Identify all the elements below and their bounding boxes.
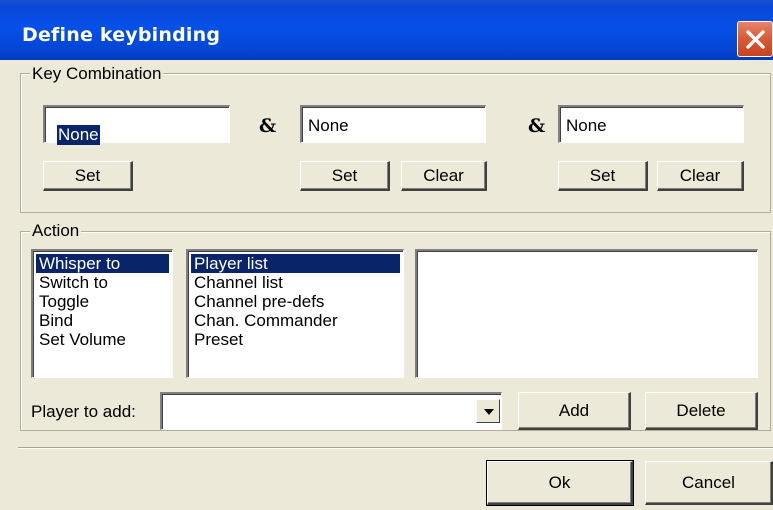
key-combination-group (20, 73, 771, 213)
ampersand-1: & (259, 115, 277, 137)
action-item-toggle[interactable]: Toggle (36, 292, 169, 311)
ok-button[interactable]: Ok (486, 460, 634, 506)
clear-button-2[interactable]: Clear (401, 161, 487, 191)
key-field-1-value: None (57, 125, 100, 145)
set-button-3[interactable]: Set (558, 161, 648, 191)
key-combination-label: Key Combination (30, 64, 164, 84)
close-icon (746, 30, 765, 49)
key-field-2[interactable]: None (300, 105, 486, 143)
ampersand-2: & (528, 115, 546, 137)
action-item-bind[interactable]: Bind (36, 311, 169, 330)
close-button[interactable] (737, 21, 773, 57)
target-item-preset[interactable]: Preset (191, 330, 400, 349)
chevron-down-icon (484, 409, 494, 415)
action-item-whisper-to[interactable]: Whisper to (36, 254, 169, 273)
key-field-3-value: None (566, 116, 607, 135)
action-label: Action (30, 221, 82, 241)
title-bar[interactable]: Define keybinding (0, 0, 773, 60)
target-list[interactable]: Player list Channel list Channel pre-def… (186, 249, 404, 378)
set-button-2[interactable]: Set (300, 161, 390, 191)
action-item-switch-to[interactable]: Switch to (36, 273, 169, 292)
target-item-channel-list[interactable]: Channel list (191, 273, 400, 292)
target-item-player-list[interactable]: Player list (191, 254, 400, 273)
target-item-chan-commander[interactable]: Chan. Commander (191, 311, 400, 330)
player-to-add-label: Player to add: (31, 402, 136, 421)
key-field-1[interactable]: None (43, 105, 230, 145)
details-list[interactable] (415, 249, 758, 378)
add-button[interactable]: Add (518, 392, 631, 430)
combo-dropdown-button[interactable] (476, 399, 500, 423)
set-button-1[interactable]: Set (43, 161, 133, 191)
action-item-set-volume[interactable]: Set Volume (36, 330, 169, 349)
player-to-add-combo[interactable] (160, 392, 502, 430)
key-field-2-value: None (308, 116, 349, 135)
action-list[interactable]: Whisper to Switch to Toggle Bind Set Vol… (31, 249, 173, 378)
key-field-3[interactable]: None (558, 105, 744, 143)
footer-divider (18, 447, 773, 449)
define-keybinding-dialog: Define keybinding Key Combination None &… (0, 0, 773, 510)
delete-button[interactable]: Delete (645, 392, 758, 430)
window-title: Define keybinding (22, 24, 221, 46)
clear-button-3[interactable]: Clear (657, 161, 744, 191)
target-item-channel-pre-defs[interactable]: Channel pre-defs (191, 292, 400, 311)
cancel-button[interactable]: Cancel (645, 461, 773, 505)
